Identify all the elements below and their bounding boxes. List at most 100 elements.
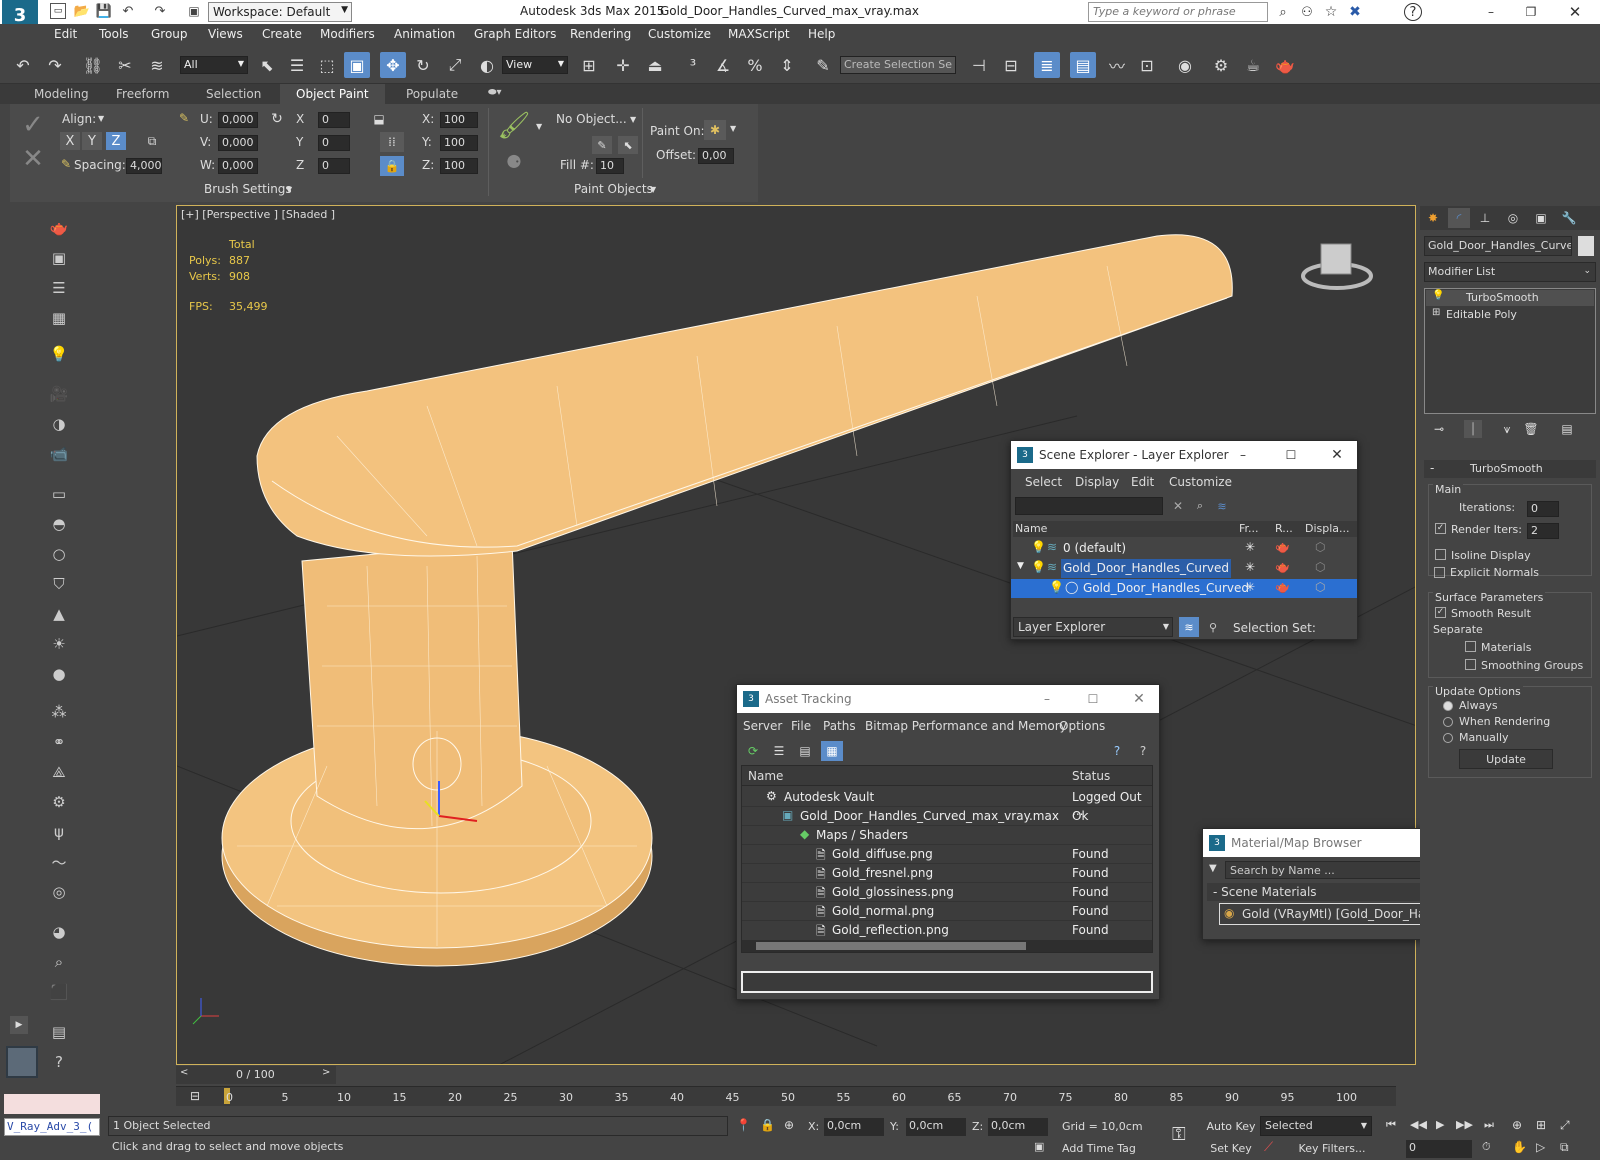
always-radio[interactable] <box>1443 701 1453 711</box>
freeze-snowflake-icon[interactable]: ✳ <box>1245 580 1255 594</box>
scale-z-input[interactable]: 100 <box>440 158 478 174</box>
maximize-icon[interactable]: ❐ <box>1516 2 1546 22</box>
menu-modifiers[interactable]: Modifiers <box>320 27 375 41</box>
scale-icon[interactable]: ⬓ <box>370 110 388 128</box>
percent-snap-icon[interactable]: % <box>742 52 768 78</box>
at-menu-paths[interactable]: Paths <box>823 719 856 733</box>
render-teapot-icon[interactable]: 🫖 <box>1275 540 1290 554</box>
next-key-icon[interactable]: ▶▶ <box>1456 1118 1473 1131</box>
w-input[interactable]: 0,000 <box>218 158 258 174</box>
curve-editor-icon[interactable]: 〰 <box>1104 52 1130 78</box>
render-teapot-icon[interactable]: 🫖 <box>1275 560 1290 574</box>
z-coord-input[interactable]: 0,0cm <box>988 1118 1048 1136</box>
lightbulb-icon[interactable]: 💡 <box>1049 580 1064 594</box>
walkthrough-icon[interactable]: ⧉ <box>1560 1140 1569 1155</box>
save-file-icon[interactable]: 💾 <box>96 3 112 19</box>
modifier-list-dropdown[interactable]: Modifier List ⌄ <box>1424 262 1596 282</box>
rectangular-selection-icon[interactable]: ⬚ <box>314 52 340 78</box>
se-menu-edit[interactable]: Edit <box>1131 475 1154 489</box>
col-display[interactable]: Displa... <box>1305 522 1350 535</box>
context-help-icon[interactable]: ? <box>1133 741 1153 761</box>
modify-tab-icon[interactable]: ◜ <box>1448 208 1470 228</box>
go-to-end-icon[interactable]: ⏭ <box>1484 1118 1494 1132</box>
time-config-icon[interactable]: ⏱ <box>1482 1140 1491 1154</box>
layer-row-gold[interactable]: ▼ 💡 ≋ Gold_Door_Handles_Curved ✳ 🫖 ⬡ <box>1011 559 1357 578</box>
bind-space-warp-icon[interactable]: ≋ <box>144 52 170 78</box>
maxscript-listener[interactable]: V_Ray_Adv_3_( <box>4 1118 100 1136</box>
asset-row-maps[interactable]: ◆ Maps / Shaders <box>742 826 1152 845</box>
scale-y-input[interactable]: 100 <box>440 135 478 151</box>
freeze-snowflake-icon[interactable]: ✳ <box>1245 560 1255 574</box>
freeze-snowflake-icon[interactable]: ✳ <box>1245 540 1255 554</box>
batch-icon[interactable]: ▤ <box>47 1020 71 1044</box>
display-box-icon[interactable]: ⬡ <box>1315 580 1325 594</box>
edit-object-list-icon[interactable]: ✎ <box>592 136 612 154</box>
x-coord-input[interactable]: 0,0cm <box>824 1118 884 1136</box>
v-input[interactable]: 0,000 <box>218 135 258 151</box>
hierarchy-tab-icon[interactable]: ⊥ <box>1474 208 1496 228</box>
time-tag-icon[interactable]: ▣ <box>1034 1140 1044 1153</box>
hair-icon[interactable]: 〜 <box>47 850 71 874</box>
asset-tracking-titlebar[interactable]: 3 Asset Tracking – ☐ ✕ <box>737 685 1159 713</box>
sphere-light-icon[interactable]: ○ <box>47 542 71 566</box>
find-icon[interactable]: ⌕ <box>1191 497 1209 515</box>
at-menu-bitmap[interactable]: Bitmap Performance and Memory <box>865 719 1067 733</box>
gear-icon[interactable]: ⚙ <box>47 790 71 814</box>
align-options-icon[interactable]: ⧉ <box>142 132 162 150</box>
ambient-light-icon[interactable]: ● <box>47 662 71 686</box>
maximize-icon[interactable]: ☐ <box>1281 445 1301 465</box>
next-frame-icon[interactable]: > <box>322 1067 330 1078</box>
angle-snap-icon[interactable]: ∡ <box>710 52 736 78</box>
checkmark-icon[interactable]: ✓ <box>18 110 48 140</box>
render-iters-checkbox[interactable]: ✓ <box>1435 523 1446 534</box>
menu-customize[interactable]: Customize <box>648 27 711 41</box>
render-iters-input[interactable]: 2 <box>1527 523 1559 539</box>
paint-objects-label[interactable]: Paint Objects <box>574 182 653 196</box>
lock-selection-icon[interactable]: 🔒 <box>760 1118 775 1132</box>
make-unique-icon[interactable]: ⩛ <box>1498 420 1516 438</box>
link-icon[interactable]: ⛓ <box>80 52 106 78</box>
pin-stack-icon[interactable]: ⊸ <box>1430 420 1448 438</box>
material-editor-icon[interactable]: ◉ <box>1172 52 1198 78</box>
menu-animation[interactable]: Animation <box>394 27 455 41</box>
scene-explorer-titlebar[interactable]: 3 Scene Explorer - Layer Explorer – ☐ ✕ <box>1011 441 1357 469</box>
render-production-icon[interactable]: 🫖 <box>1272 52 1298 78</box>
help-icon[interactable]: ? <box>1404 3 1422 21</box>
add-time-tag[interactable]: Add Time Tag <box>1062 1142 1136 1155</box>
timeline-toggle-icon[interactable]: ⊟ <box>190 1089 200 1103</box>
manually-radio[interactable] <box>1443 733 1453 743</box>
select-and-scale-icon[interactable]: ⤢ <box>442 52 468 78</box>
maximize-icon[interactable]: ☐ <box>1083 689 1103 709</box>
select-by-name-icon[interactable]: ☰ <box>284 52 310 78</box>
paint-brush-icon[interactable]: ✎ <box>176 110 192 126</box>
light-icon[interactable]: 💡 <box>47 342 71 366</box>
tab-selection[interactable]: Selection <box>206 87 261 101</box>
pick-object-icon[interactable]: ⬉ <box>618 136 638 154</box>
redo-icon[interactable]: ↷ <box>42 52 68 78</box>
schematic-view-icon[interactable]: ⊡ <box>1134 52 1160 78</box>
pan-view-icon[interactable]: ✋ <box>1512 1140 1527 1154</box>
select-and-place-icon[interactable]: ◐ <box>474 52 500 78</box>
scale-mode-icon[interactable]: ⁞⁞ <box>380 132 404 152</box>
object-row-gold[interactable]: 💡 ◯ Gold_Door_Handles_Curved ✳ 🫖 ⬡ <box>1011 579 1357 598</box>
u-input[interactable]: 0,000 <box>218 112 258 128</box>
configure-sets-icon[interactable]: ▤ <box>1558 420 1576 438</box>
axis-x-button[interactable]: X <box>60 132 80 150</box>
when-rendering-radio[interactable] <box>1443 717 1453 727</box>
zoom-extents-icon[interactable]: ⊕ <box>1512 1118 1522 1132</box>
magnifier-icon[interactable]: ⌕ <box>47 950 71 974</box>
keyboard-shortcut-icon[interactable]: ⏏ <box>642 52 668 78</box>
binoculars-icon[interactable]: ⌕ <box>1274 3 1292 21</box>
expand-plus-icon[interactable]: ⊞ <box>1432 307 1440 318</box>
chevron-down-icon[interactable]: ▼ <box>98 114 104 123</box>
render-setup-icon[interactable]: ⚙ <box>1208 52 1234 78</box>
chevron-down-icon[interactable]: ▼ <box>730 124 736 133</box>
rotate-y-input[interactable]: 0 <box>318 135 350 151</box>
maximize-viewport-icon[interactable]: ⤢ <box>1560 1118 1570 1133</box>
grid-table-icon[interactable]: ▦ <box>47 306 71 330</box>
update-button[interactable]: Update <box>1459 749 1553 769</box>
isoline-checkbox[interactable] <box>1435 549 1446 560</box>
smooth-result-checkbox[interactable]: ✓ <box>1435 607 1446 618</box>
time-slider[interactable]: < 0 / 100 > <box>176 1066 336 1084</box>
chevron-down-icon[interactable]: ▼ <box>286 185 292 194</box>
